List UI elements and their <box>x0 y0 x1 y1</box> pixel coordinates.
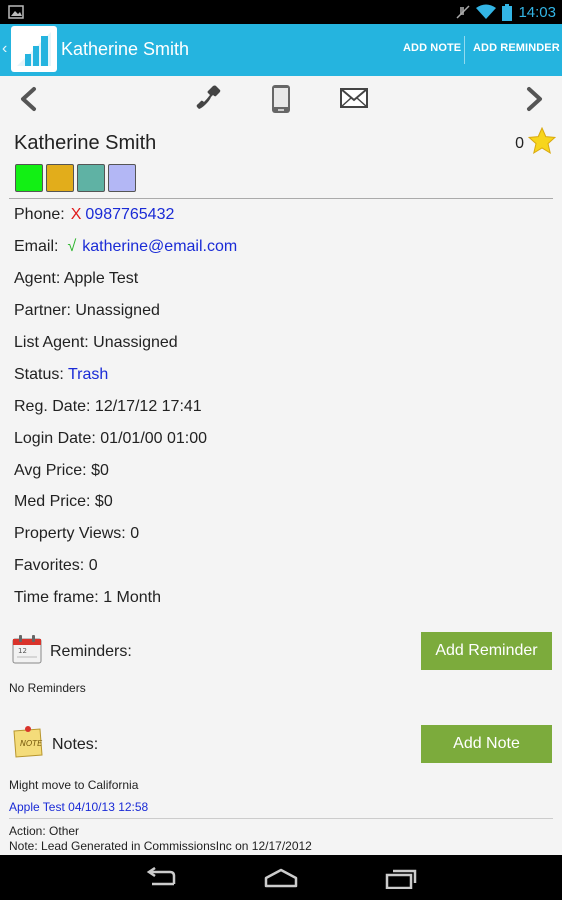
note-icon: NOTE <box>12 725 44 764</box>
phone-link[interactable]: 0987765432 <box>85 206 174 223</box>
notes-label: Notes: <box>52 735 99 753</box>
mail-icon[interactable] <box>340 88 368 113</box>
add-note-button[interactable]: Add Note <box>421 725 552 763</box>
partner-row: Partner: Unassigned <box>14 302 160 319</box>
med-price-row: Med Price: $0 <box>14 493 113 510</box>
phone-label: Phone: <box>14 206 65 223</box>
contact-name: Katherine Smith <box>14 132 157 154</box>
notes-header: NOTE Notes: <box>12 725 98 764</box>
action-divider <box>464 36 465 64</box>
email-link[interactable]: katherine@email.com <box>82 238 237 255</box>
gallery-icon <box>8 4 24 20</box>
status-link[interactable]: Trash <box>68 366 108 383</box>
no-reminders-text: No Reminders <box>9 681 86 695</box>
reminders-label: Reminders: <box>50 642 132 660</box>
email-label: Email: <box>14 238 59 255</box>
page-title: Katherine Smith <box>61 39 190 59</box>
list-agent-row: List Agent: Unassigned <box>14 334 178 351</box>
time-frame-row: Time frame: 1 Month <box>14 589 162 606</box>
nav-home-icon[interactable] <box>264 867 298 894</box>
note-text: Might move to California <box>9 778 139 792</box>
header-divider <box>9 198 553 199</box>
action-bar: ‹ Katherine Smith ADD NOTE ADD REMINDER <box>0 24 562 76</box>
email-row: Email: √ katherine@email.com <box>14 238 237 256</box>
battery-icon <box>502 3 513 21</box>
nav-recents-icon[interactable] <box>385 867 419 894</box>
add-reminder-action[interactable]: ADD REMINDER <box>473 42 560 54</box>
note-divider <box>9 818 553 819</box>
color-tag-green[interactable] <box>15 164 43 192</box>
app-logo[interactable] <box>11 26 57 72</box>
phone-row: Phone: X 0987765432 <box>14 206 174 224</box>
system-nav-bar <box>0 855 562 900</box>
note-text: Note: Lead Generated in CommissionsInc o… <box>9 839 312 853</box>
favorites-row: Favorites: 0 <box>14 557 98 574</box>
phone-invalid-flag: X <box>70 206 82 223</box>
note-text: Action: Other <box>9 824 80 838</box>
reminders-header: 12 Reminders: <box>12 634 132 669</box>
avg-price-row: Avg Price: $0 <box>14 462 109 479</box>
color-tag-orange[interactable] <box>46 164 74 192</box>
note-author-link[interactable]: Apple Test 04/10/13 12:58 <box>9 800 148 814</box>
mute-icon <box>456 4 470 20</box>
up-caret-icon[interactable]: ‹ <box>2 40 7 58</box>
forward-arrow-icon[interactable] <box>524 86 546 117</box>
status-bar: 14:03 <box>0 0 562 24</box>
color-tags <box>15 164 136 192</box>
login-date-row: Login Date: 01/01/00 01:00 <box>14 430 208 447</box>
phone-icon[interactable] <box>194 84 222 119</box>
mobile-icon[interactable] <box>271 84 291 119</box>
svg-text:12: 12 <box>18 647 27 655</box>
calendar-icon: 12 <box>12 634 42 669</box>
svg-text:NOTE: NOTE <box>20 739 43 748</box>
reg-date-row: Reg. Date: 12/17/12 17:41 <box>14 398 202 415</box>
status-row: Status: Trash <box>14 366 108 384</box>
status-time: 14:03 <box>518 3 556 21</box>
add-note-action[interactable]: ADD NOTE <box>403 42 461 54</box>
color-tag-teal[interactable] <box>77 164 105 192</box>
rating-count: 0 <box>515 134 524 152</box>
status-label: Status: <box>14 366 64 383</box>
back-arrow-icon[interactable] <box>17 86 39 117</box>
property-views-row: Property Views: 0 <box>14 525 140 542</box>
contact-toolbar <box>0 76 562 124</box>
agent-row: Agent: Apple Test <box>14 270 139 287</box>
nav-back-icon[interactable] <box>144 866 178 894</box>
wifi-icon <box>476 4 497 20</box>
star-icon[interactable] <box>527 126 557 160</box>
color-tag-lavender[interactable] <box>108 164 136 192</box>
rating[interactable]: 0 <box>515 126 557 160</box>
add-reminder-button[interactable]: Add Reminder <box>421 632 552 670</box>
email-valid-flag: √ <box>67 238 77 255</box>
